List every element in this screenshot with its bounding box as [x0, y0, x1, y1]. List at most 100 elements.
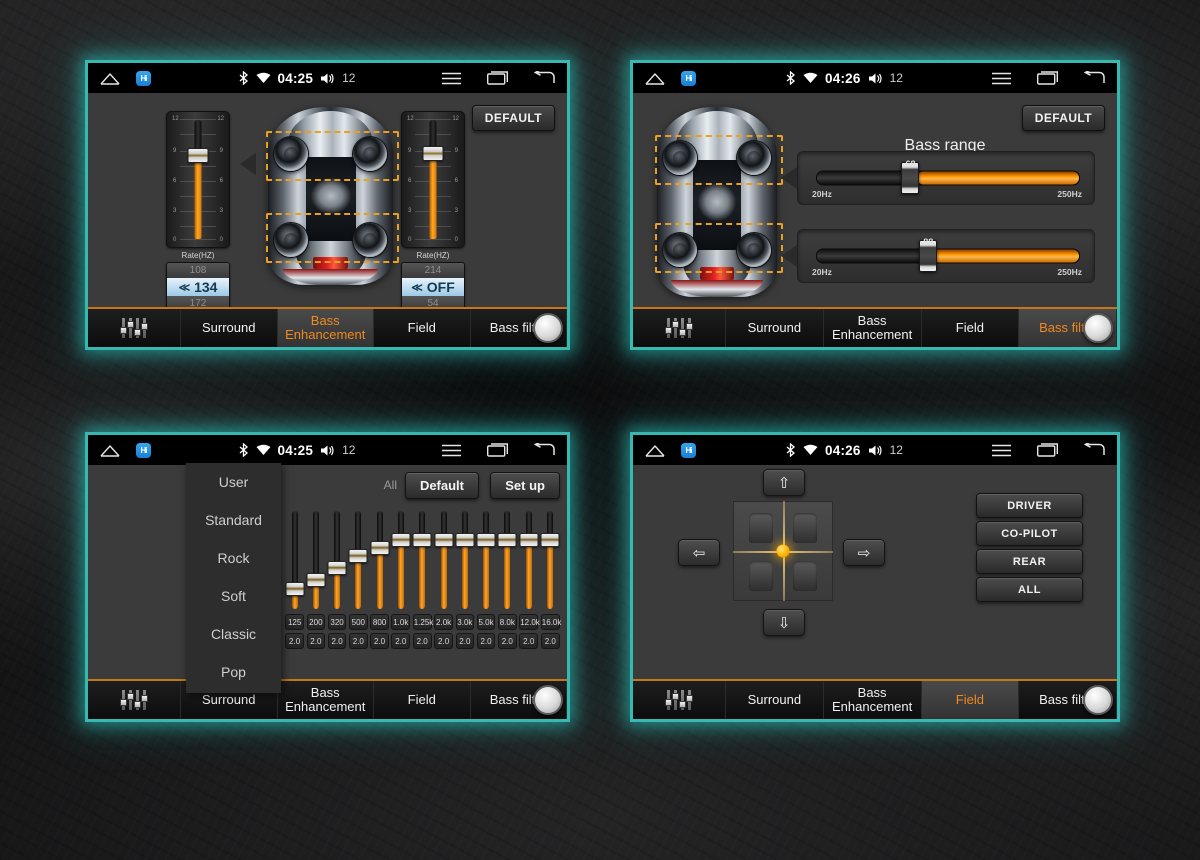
value-above[interactable]: 108 [167, 263, 229, 278]
menu-icon[interactable] [992, 72, 1011, 85]
band-slider[interactable] [433, 509, 454, 611]
rear-speaker-selection-box[interactable] [655, 223, 783, 273]
tab-equalizer[interactable] [88, 309, 181, 347]
field-left-button[interactable]: ⇦ [678, 539, 720, 566]
value-above[interactable]: 214 [402, 263, 464, 278]
home-icon[interactable] [645, 444, 665, 457]
tab-equalizer[interactable] [633, 681, 726, 719]
band-slider[interactable] [348, 509, 369, 611]
home-icon[interactable] [100, 444, 120, 457]
slider-track[interactable] [816, 248, 1080, 264]
band-knob[interactable] [306, 573, 326, 588]
dropdown-item-classic[interactable]: Classic [186, 615, 281, 653]
band-knob[interactable] [412, 532, 432, 547]
tab-surround[interactable]: Surround [726, 309, 824, 347]
front-speaker-selection-box[interactable] [266, 131, 399, 181]
tab-field[interactable]: Field [921, 681, 1020, 719]
menu-icon[interactable] [442, 72, 461, 85]
left-rate-track[interactable]: 12 12 9 9 6 6 3 3 0 0 [166, 111, 230, 248]
bass-range-slider-front[interactable]: 68 20Hz 250Hz [797, 151, 1095, 205]
home-icon[interactable] [645, 72, 665, 85]
app-icon[interactable]: Hi [681, 442, 696, 458]
recents-icon[interactable] [1037, 71, 1058, 85]
recents-icon[interactable] [487, 443, 508, 457]
band-slider[interactable] [411, 509, 433, 611]
preset-dropdown[interactable]: User Standard Rock Soft Classic Pop [186, 463, 281, 693]
default-button[interactable]: DEFAULT [1021, 105, 1105, 131]
tab-field[interactable]: Field [374, 309, 471, 347]
band-knob[interactable] [285, 581, 305, 596]
preset-all-button[interactable]: ALL [976, 577, 1083, 602]
right-rate-track[interactable]: 12 12 9 9 6 6 3 3 0 0 [401, 111, 465, 248]
band-knob[interactable] [519, 532, 539, 547]
app-icon[interactable]: Hi [136, 442, 151, 458]
right-rate-values[interactable]: 214 ≪ OFF 54 [401, 262, 465, 312]
slider-track[interactable] [816, 170, 1080, 186]
band-slider[interactable] [369, 509, 390, 611]
band-knob[interactable] [497, 532, 517, 547]
default-button[interactable]: Default [404, 472, 479, 499]
home-icon[interactable] [100, 72, 120, 85]
rear-speaker-selection-box[interactable] [266, 213, 399, 263]
left-rate-values[interactable]: 108 ≪ 134 172 [166, 262, 230, 312]
front-speaker-selection-box[interactable] [655, 135, 783, 185]
band-slider[interactable] [284, 509, 305, 611]
band-knob[interactable] [434, 532, 454, 547]
bass-range-slider-rear[interactable]: 88 20Hz 250Hz [797, 229, 1095, 283]
value-selected[interactable]: ≪ OFF [402, 278, 464, 296]
recents-icon[interactable] [1037, 443, 1058, 457]
tab-surround[interactable]: Surround [726, 681, 824, 719]
band-slider[interactable] [390, 509, 411, 611]
dropdown-item-user[interactable]: User [186, 463, 281, 501]
app-icon[interactable]: Hi [681, 70, 696, 86]
dropdown-item-pop[interactable]: Pop [186, 653, 281, 691]
recents-icon[interactable] [487, 71, 508, 85]
tab-bass-enhancement[interactable]: Bass Enhancement [277, 309, 374, 347]
field-down-button[interactable]: ⇩ [763, 609, 805, 636]
preset-copilot-button[interactable]: CO-PILOT [976, 521, 1083, 546]
band-slider[interactable] [475, 509, 496, 611]
tab-equalizer[interactable] [88, 681, 181, 719]
band-slider[interactable] [540, 509, 562, 611]
tab-bass-enhancement[interactable]: Bass Enhancement [824, 309, 922, 347]
volume-knob[interactable] [1083, 313, 1113, 343]
band-knob[interactable] [391, 532, 411, 547]
right-rate-knob[interactable] [422, 146, 444, 161]
band-knob[interactable] [327, 561, 347, 576]
tab-field[interactable]: Field [922, 309, 1020, 347]
preset-rear-button[interactable]: REAR [976, 549, 1083, 574]
band-slider[interactable] [454, 509, 475, 611]
back-icon[interactable] [534, 71, 555, 85]
tab-surround[interactable]: Surround [181, 309, 278, 347]
back-icon[interactable] [1084, 443, 1105, 457]
volume-knob[interactable] [1083, 685, 1113, 715]
band-knob[interactable] [370, 540, 390, 555]
dropdown-item-rock[interactable]: Rock [186, 539, 281, 577]
tab-field[interactable]: Field [374, 681, 471, 719]
band-knob[interactable] [348, 548, 368, 563]
back-icon[interactable] [534, 443, 555, 457]
band-knob[interactable] [540, 532, 560, 547]
tab-equalizer[interactable] [633, 309, 726, 347]
default-button[interactable]: DEFAULT [471, 105, 555, 131]
preset-driver-button[interactable]: DRIVER [976, 493, 1083, 518]
field-up-button[interactable]: ⇧ [763, 469, 805, 496]
setup-button[interactable]: Set up [490, 472, 560, 499]
menu-icon[interactable] [442, 444, 461, 457]
band-slider[interactable] [305, 509, 326, 611]
left-rate-knob[interactable] [187, 148, 209, 163]
band-slider[interactable] [518, 509, 540, 611]
field-position-dot[interactable] [776, 544, 790, 558]
band-knob[interactable] [455, 532, 475, 547]
band-knob[interactable] [476, 532, 496, 547]
back-icon[interactable] [1084, 71, 1105, 85]
band-slider[interactable] [326, 509, 347, 611]
app-icon[interactable]: Hi [136, 70, 151, 86]
menu-icon[interactable] [992, 444, 1011, 457]
tab-bass-enhancement[interactable]: Bass Enhancement [824, 681, 922, 719]
volume-knob[interactable] [533, 313, 563, 343]
dropdown-item-soft[interactable]: Soft [186, 577, 281, 615]
dropdown-item-standard[interactable]: Standard [186, 501, 281, 539]
band-slider[interactable] [497, 509, 518, 611]
volume-knob[interactable] [533, 685, 563, 715]
